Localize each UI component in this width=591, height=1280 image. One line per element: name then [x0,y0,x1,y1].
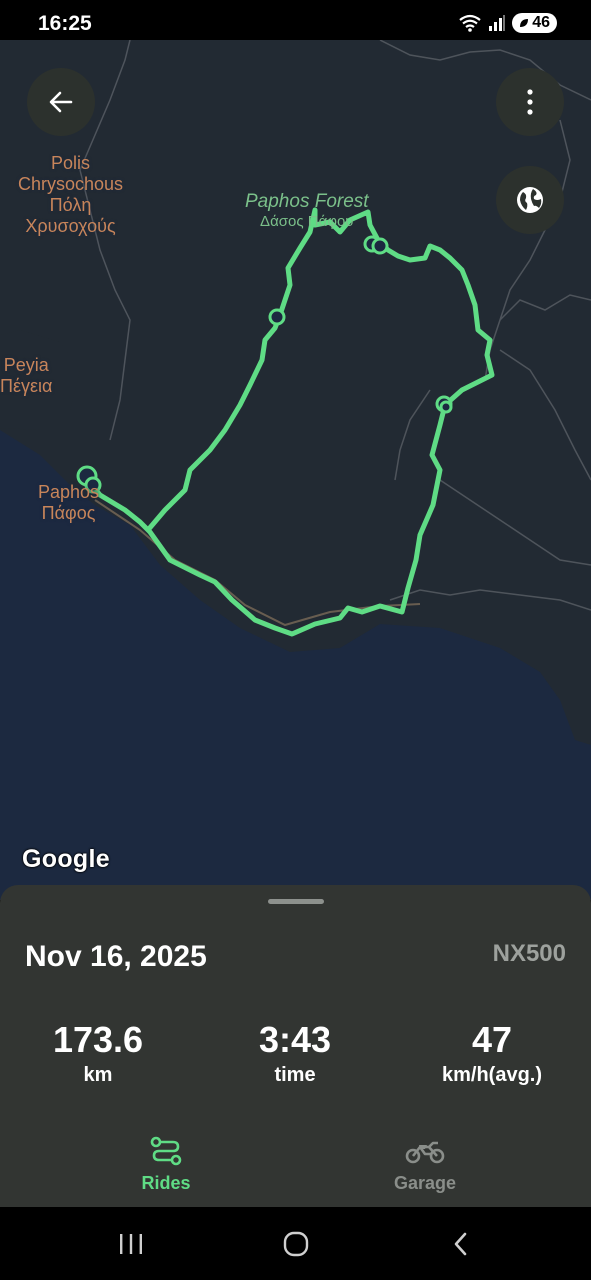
motorcycle-icon [405,1141,445,1164]
route-marker [439,400,453,414]
ride-details-sheet[interactable]: Nov 16, 2025 NX500 173.6 km 3:43 time 47… [0,885,591,1207]
status-icons: 46 [458,13,557,33]
more-vert-icon [527,89,533,115]
map-label-line: Δάσος Πάφου [260,213,354,230]
battery-indicator: 46 [512,13,557,33]
status-time: 16:25 [38,12,92,35]
sheet-drag-handle[interactable] [268,899,324,904]
stat-value: 173.6 [52,1019,144,1060]
stat-distance: 173.6 km [0,1020,198,1087]
system-nav-bar [0,1207,591,1280]
tab-label: Rides [141,1173,191,1193]
status-bar: 16:25 46 [0,0,591,40]
map-label-line: Paphos [38,482,100,502]
battery-leaf-icon [520,19,529,27]
globe-icon [517,187,543,213]
tab-rides[interactable]: Rides [96,1135,236,1194]
map-label-line: Chrysochous [18,174,124,194]
stat-unit: km [83,1064,113,1086]
battery-level: 46 [532,14,550,31]
map-label-line: Peyia [3,355,49,375]
land-area [0,40,591,745]
stat-speed: 47 km/h(avg.) [392,1020,591,1087]
route-icon [150,1136,182,1166]
recent-apps-icon [120,1234,142,1254]
tab-label: Garage [393,1173,457,1193]
map-label-line: Πόλη [49,195,92,215]
map-label-paphos-forest: Paphos Forest Δάσος Πάφου [245,191,369,230]
stat-unit: time [274,1064,316,1086]
map-label-peyia: Peyia Πέγεια [0,355,52,397]
ride-date: Nov 16, 2025 [25,940,207,973]
stat-value: 47 [471,1019,513,1060]
map-label-paphos: Paphos Πάφος [38,482,99,524]
recent-apps-button[interactable] [101,1227,161,1261]
map-type-button[interactable] [496,166,564,234]
tab-garage[interactable]: Garage [355,1135,495,1194]
google-attribution: Google [22,845,110,873]
route-marker [371,237,389,255]
signal-icon [489,15,506,31]
back-button[interactable] [27,68,95,136]
stat-time: 3:43 time [195,1020,395,1087]
stat-unit: km/h(avg.) [441,1064,543,1086]
home-icon [283,1231,309,1257]
more-options-button[interactable] [496,68,564,136]
map-label-polis: Polis Chrysochous Πόλη Χρυσοχούς [18,153,123,237]
bike-name: NX500 [492,940,566,967]
route-marker [268,308,286,326]
back-arrow-icon [49,91,73,113]
map-view[interactable]: Polis Chrysochous Πόλη Χρυσοχούς Peyia Π… [0,40,591,900]
map-label-line: Paphos Forest [245,191,369,212]
map-label-line: Χρυσοχούς [25,216,116,236]
home-button[interactable] [266,1227,326,1261]
system-back-button[interactable] [431,1227,491,1261]
map-label-line: Polis [51,153,91,173]
map-label-line: Πέγεια [0,376,53,396]
back-icon [454,1232,467,1256]
map-label-line: Πάφος [41,503,96,523]
wifi-icon [459,14,481,32]
stat-value: 3:43 [258,1019,332,1060]
